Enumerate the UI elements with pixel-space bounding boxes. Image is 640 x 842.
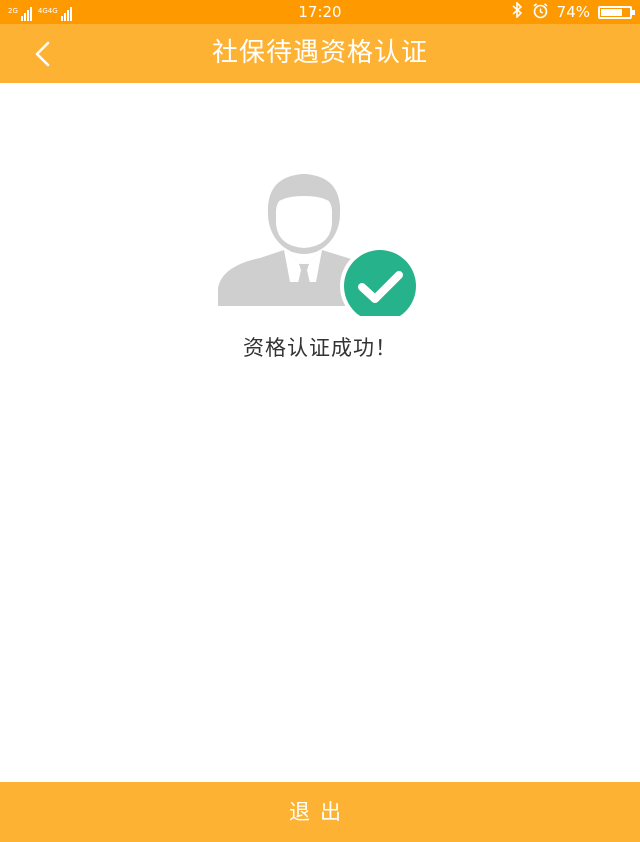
- nav-bar: 社保待遇资格认证: [0, 24, 640, 83]
- chevron-left-icon: [35, 41, 50, 67]
- back-button[interactable]: [22, 32, 62, 76]
- battery-icon: [598, 5, 635, 19]
- screen: 2G 4G4G 17:20 74% 社保待遇资格认证 资格认证成功！ 退出: [0, 0, 640, 842]
- success-graphic: [212, 166, 428, 326]
- status-right-group: 74%: [510, 1, 635, 23]
- bluetooth-icon: [510, 1, 524, 22]
- battery-level: [601, 8, 622, 16]
- status-bar: 2G 4G4G 17:20 74%: [0, 0, 640, 24]
- exit-button[interactable]: 退出: [0, 782, 640, 842]
- battery-percent: 74%: [556, 3, 590, 21]
- check-circle-icon: [340, 246, 420, 326]
- battery-tip: [632, 9, 635, 15]
- page-title: 社保待遇资格认证: [211, 38, 428, 68]
- alarm-icon: [532, 2, 549, 23]
- success-message: 资格认证成功！: [243, 336, 397, 360]
